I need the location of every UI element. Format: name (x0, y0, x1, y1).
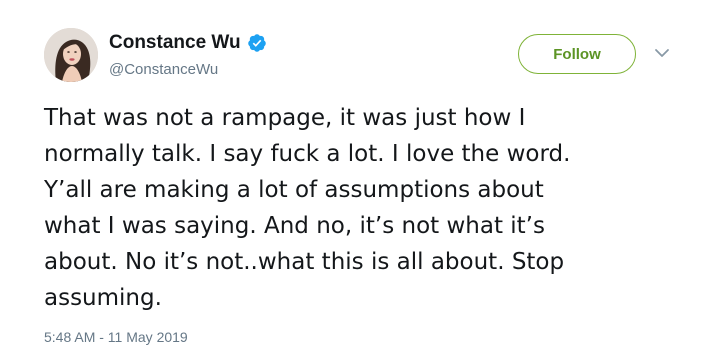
tweet-text-line: assuming. (44, 285, 162, 311)
tweet-timestamp[interactable]: 5:48 AM - 11 May 2019 (44, 328, 188, 346)
avatar[interactable] (44, 28, 98, 82)
tweet-text-line: That was not a rampage, it was just how … (44, 105, 526, 131)
user-handle[interactable]: @ConstanceWu (109, 61, 218, 79)
tweet-text: That was not a rampage, it was just how … (44, 100, 694, 316)
tweet-card: Constance Wu @ConstanceWu Follow That wa… (0, 0, 720, 363)
verified-badge-icon (247, 33, 267, 53)
display-name[interactable]: Constance Wu (109, 31, 241, 55)
chevron-down-icon[interactable] (654, 47, 670, 59)
tweet-text-line: about. No it’s not..what this is all abo… (44, 249, 565, 275)
user-name-row[interactable]: Constance Wu (109, 31, 267, 55)
tweet-text-line: Y’all are making a lot of assumptions ab… (44, 177, 544, 203)
follow-button[interactable]: Follow (518, 34, 636, 74)
tweet-text-line: normally talk. I say fuck a lot. I love … (44, 141, 571, 167)
profile-photo-icon (44, 28, 98, 82)
tweet-text-line: what I was saying. And no, it’s not what… (44, 213, 545, 239)
